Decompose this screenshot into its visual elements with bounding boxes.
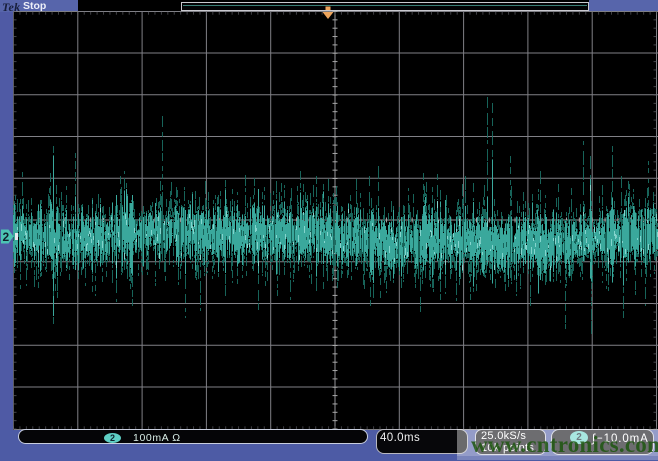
svg-text:2: 2 [3,230,10,244]
